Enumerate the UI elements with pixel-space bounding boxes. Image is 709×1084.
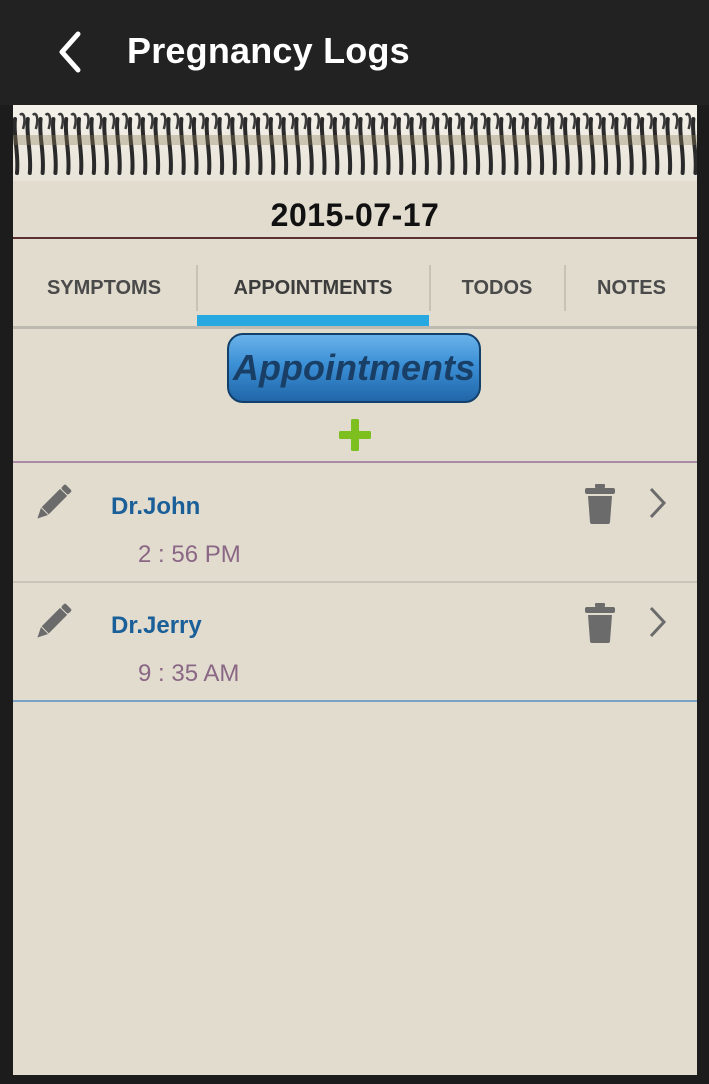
log-date: 2015-07-17 xyxy=(270,197,440,233)
tab-bar: SYMPTOMS APPOINTMENTS TODOS NOTES xyxy=(13,257,697,327)
add-appointment-button[interactable] xyxy=(337,417,373,453)
list-bottom-divider xyxy=(13,700,697,702)
open-details-button[interactable] xyxy=(645,604,669,640)
appointment-time: 9 : 35 AM xyxy=(138,660,240,687)
spiral-binding-graphic xyxy=(13,112,697,175)
tab-appointments[interactable]: APPOINTMENTS xyxy=(198,257,428,319)
back-arrow-icon xyxy=(59,31,81,73)
plus-icon xyxy=(339,419,371,451)
tab-bar-divider xyxy=(13,326,697,329)
date-divider xyxy=(13,237,697,239)
appointment-time: 2 : 56 PM xyxy=(138,541,241,568)
appointments-header-button[interactable]: Appointments xyxy=(227,333,481,403)
pencil-icon xyxy=(37,603,72,638)
chevron-right-icon xyxy=(649,487,667,519)
tab-notes[interactable]: NOTES xyxy=(566,257,697,319)
appointment-row[interactable]: Dr.Jerry 9 : 35 AM xyxy=(13,582,697,700)
edit-button[interactable] xyxy=(29,479,77,527)
back-button[interactable] xyxy=(44,22,94,82)
tab-symptoms[interactable]: SYMPTOMS xyxy=(13,257,195,319)
appointment-name: Dr.John xyxy=(111,493,201,520)
delete-button[interactable] xyxy=(583,602,617,644)
appointment-row[interactable]: Dr.John 2 : 56 PM xyxy=(13,463,697,581)
trash-icon xyxy=(585,484,615,524)
open-details-button[interactable] xyxy=(645,485,669,521)
delete-button[interactable] xyxy=(583,483,617,525)
tab-todos[interactable]: TODOS xyxy=(431,257,563,319)
chevron-right-icon xyxy=(649,606,667,638)
appointment-name: Dr.Jerry xyxy=(111,612,202,639)
trash-icon xyxy=(585,603,615,643)
page-title: Pregnancy Logs xyxy=(127,30,410,71)
pencil-icon xyxy=(37,484,72,519)
app-bar: Pregnancy Logs xyxy=(0,0,709,105)
notebook-page: 2015-07-17 SYMPTOMS APPOINTMENTS TODOS N… xyxy=(13,105,697,1075)
edit-button[interactable] xyxy=(29,598,77,646)
spiral-binding xyxy=(13,105,697,181)
